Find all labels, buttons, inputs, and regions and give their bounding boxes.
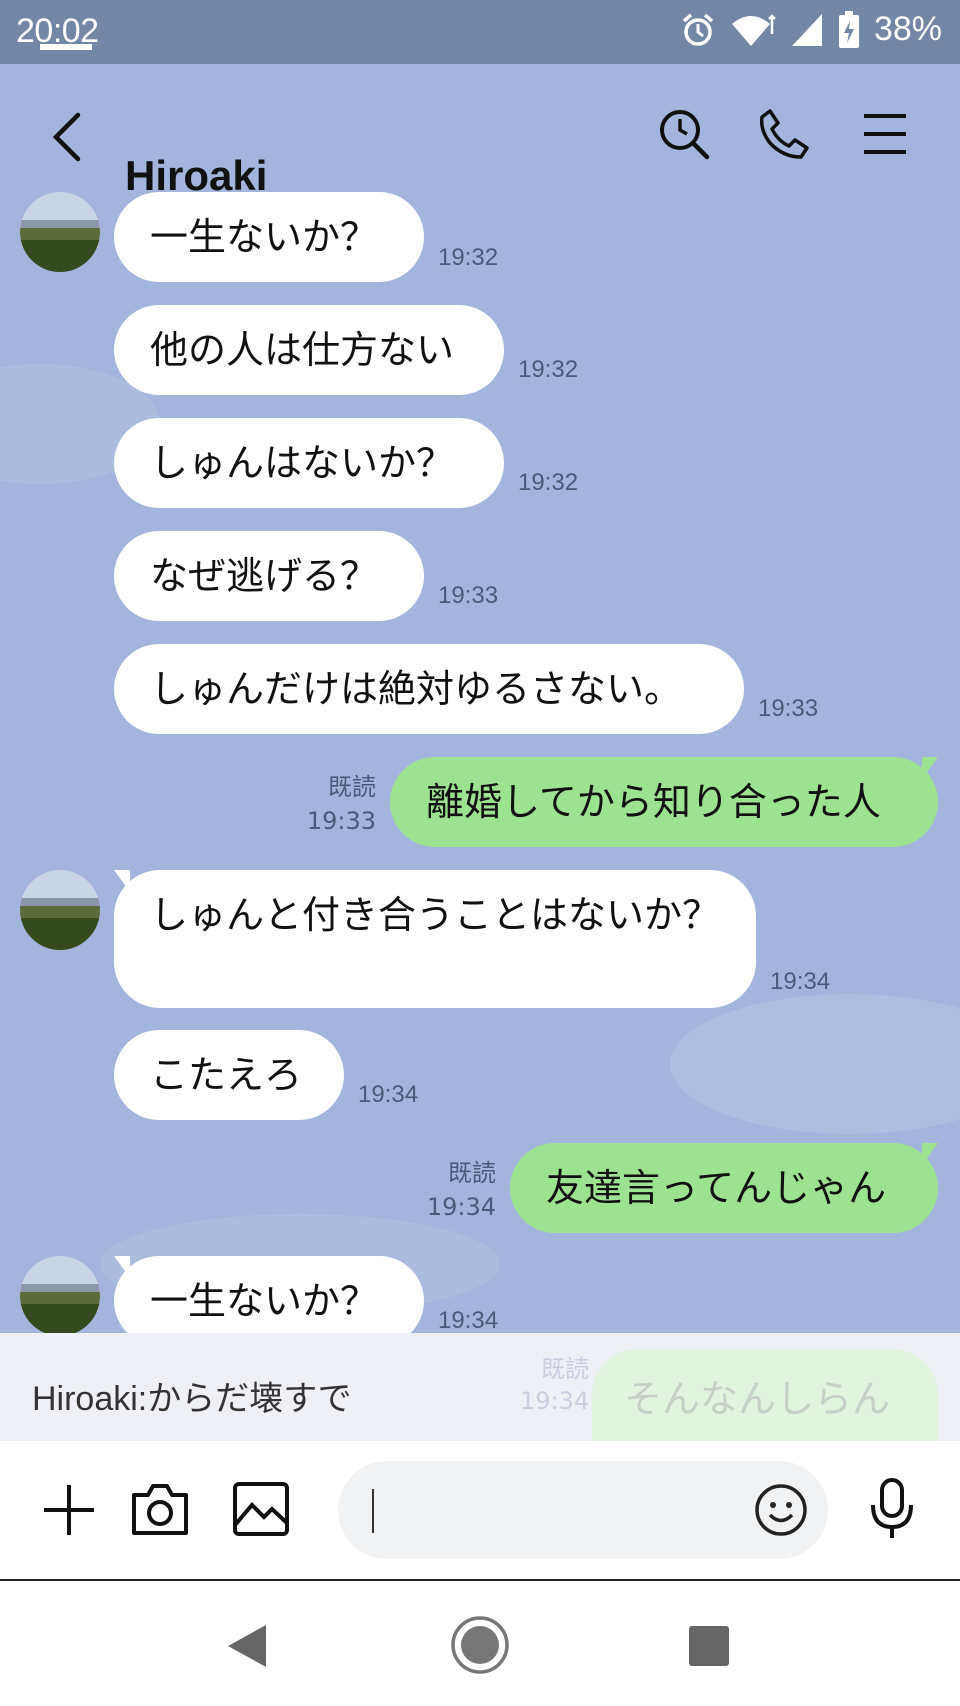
message-time: 19:32 — [438, 244, 499, 271]
message-bubble[interactable]: こたえろ — [114, 1030, 344, 1120]
avatar[interactable] — [20, 870, 100, 950]
status-icons: 38% — [680, 10, 942, 49]
message-time: 19:33 — [758, 695, 819, 722]
nav-home-icon[interactable] — [450, 1615, 510, 1675]
chat-header: Hiroaki — [0, 64, 960, 208]
message-time: 19:34 — [358, 1081, 419, 1108]
message-time: 19:32 — [518, 469, 579, 496]
menu-icon[interactable] — [862, 108, 908, 160]
message-bubble[interactable]: 友達言ってんじゃん — [510, 1143, 938, 1233]
message-bubble[interactable]: しゅんだけは絶対ゆるさない。 — [114, 644, 744, 734]
battery-percent: 38% — [873, 10, 942, 48]
message-input[interactable] — [338, 1461, 828, 1559]
microphone-icon[interactable] — [868, 1477, 916, 1541]
status-time-underline — [40, 44, 92, 50]
alarm-icon — [682, 13, 714, 46]
message-input-bar — [0, 1441, 960, 1581]
preview-text[interactable]: Hiroaki:からだ壊すで — [32, 1371, 352, 1420]
avatar[interactable] — [20, 192, 100, 272]
message-bubble[interactable]: 離婚してから知り合った人 — [390, 757, 938, 847]
read-receipt: 既読 19:33 — [300, 770, 376, 838]
message-time: 19:34 — [426, 1193, 496, 1221]
system-navigation-bar — [0, 1581, 960, 1706]
message-bubble[interactable]: しゅんはないか？ — [114, 418, 504, 508]
message-bubble[interactable]: 一生ないか？ — [114, 192, 424, 282]
nav-recents-icon[interactable] — [688, 1625, 730, 1667]
ghost-message-bubble: そんなんしらん — [592, 1349, 938, 1441]
new-message-preview[interactable]: Hiroaki:からだ壊すで 既読 19:34 そんなんしらん — [0, 1333, 960, 1441]
bubble-tail — [922, 1143, 938, 1165]
wifi-icon — [731, 13, 776, 46]
message-time: 19:33 — [306, 807, 376, 835]
message-time: 19:34 — [438, 1307, 499, 1334]
read-label: 既読 — [448, 1159, 496, 1187]
camera-icon[interactable] — [130, 1481, 190, 1537]
message-bubble[interactable]: 他の人は仕方ない — [114, 305, 504, 395]
message-time: 19:32 — [518, 356, 579, 383]
plus-icon[interactable] — [42, 1483, 96, 1537]
search-icon[interactable] — [658, 108, 710, 160]
message-time: 19:33 — [438, 582, 499, 609]
phone-icon[interactable] — [758, 108, 810, 160]
ghost-read-receipt: 既読 19:34 — [520, 1353, 589, 1417]
nav-back-icon[interactable] — [226, 1623, 268, 1669]
read-receipt: 既読 19:34 — [420, 1156, 496, 1224]
ghost-read-label: 既読 — [541, 1355, 590, 1383]
read-label: 既読 — [328, 773, 376, 801]
status-bar: 20:02 38% — [0, 0, 960, 64]
back-icon[interactable] — [50, 112, 84, 162]
bubble-tail — [922, 757, 938, 779]
battery-icon — [838, 10, 859, 48]
text-caret — [372, 1489, 374, 1533]
emoji-icon[interactable] — [754, 1483, 808, 1537]
message-bubble[interactable]: しゅんと付き合うことはないか？ — [114, 870, 756, 1008]
message-bubble[interactable]: なぜ逃げる？ — [114, 531, 424, 621]
message-time: 19:34 — [770, 968, 831, 995]
signal-icon — [791, 13, 822, 46]
avatar[interactable] — [20, 1256, 100, 1336]
ghost-time: 19:34 — [520, 1387, 590, 1415]
image-icon[interactable] — [232, 1481, 290, 1537]
